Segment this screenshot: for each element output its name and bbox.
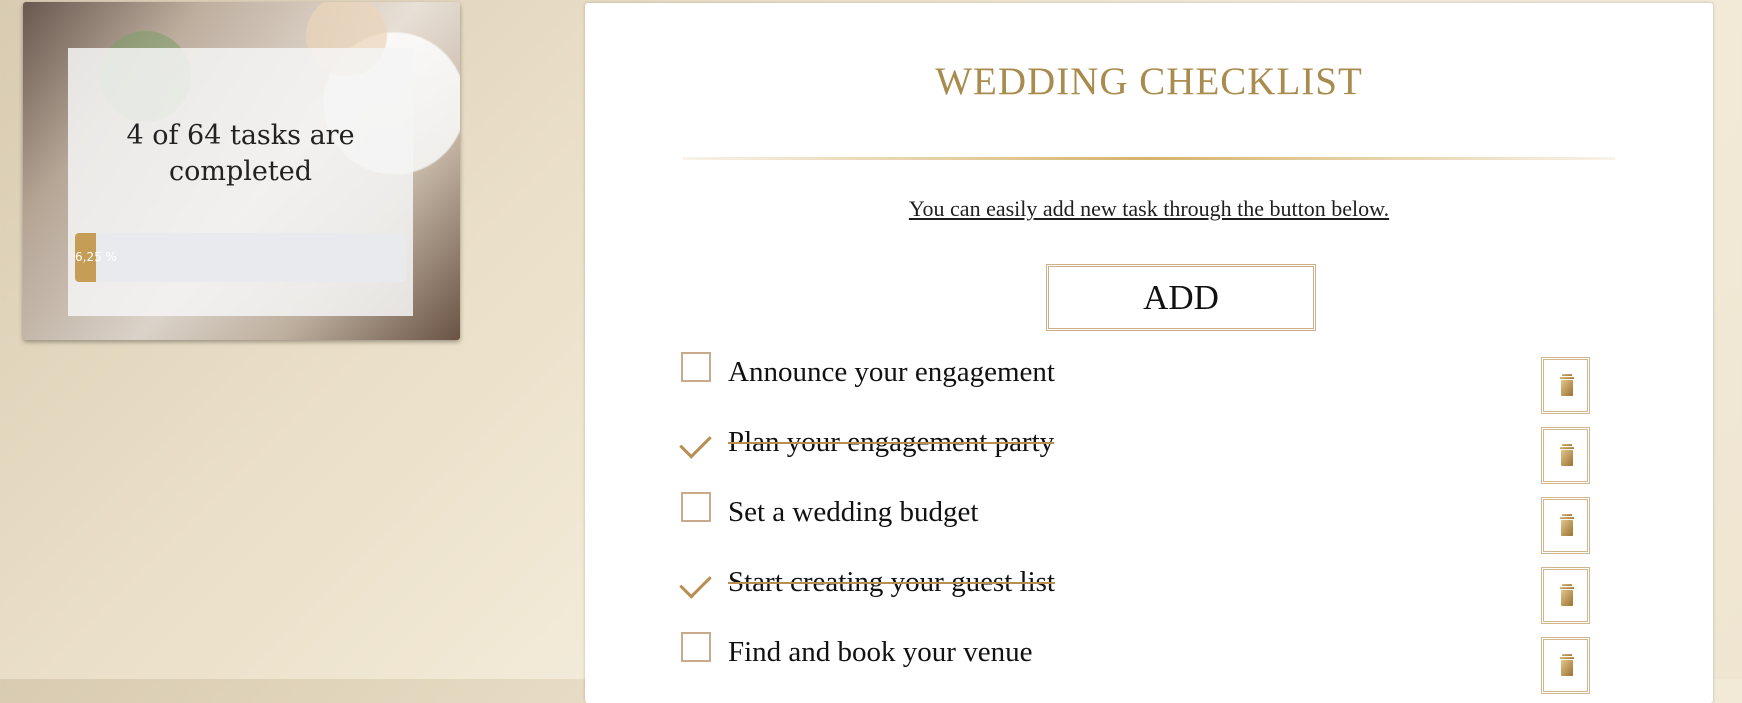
task-list: Announce your engagement Plan your engag… bbox=[681, 348, 1591, 698]
trash-icon bbox=[1560, 374, 1574, 396]
task-label[interactable]: Announce your engagement bbox=[728, 356, 1055, 389]
checkbox-icon[interactable] bbox=[681, 492, 711, 522]
trash-icon bbox=[1560, 584, 1574, 606]
add-task-button[interactable]: ADD bbox=[1046, 264, 1316, 331]
task-item: Start creating your guest list bbox=[681, 558, 1591, 628]
checkbox-icon[interactable] bbox=[681, 632, 711, 662]
task-item: Find and book your venue bbox=[681, 628, 1591, 698]
task-item: Announce your engagement bbox=[681, 348, 1591, 418]
progress-fill: 6,25 % bbox=[75, 233, 117, 282]
trash-icon bbox=[1560, 514, 1574, 536]
trash-icon bbox=[1560, 444, 1574, 466]
progress-card: 4 of 64 tasks are completed 6,25 % bbox=[23, 2, 460, 340]
progress-overlay: 4 of 64 tasks are completed 6,25 % bbox=[68, 48, 413, 316]
checkmark-icon[interactable] bbox=[681, 422, 711, 452]
title-divider bbox=[683, 157, 1615, 160]
delete-task-button[interactable] bbox=[1541, 427, 1590, 484]
delete-task-button[interactable] bbox=[1541, 567, 1590, 624]
delete-task-button[interactable] bbox=[1541, 497, 1590, 554]
checkbox-icon[interactable] bbox=[681, 352, 711, 382]
progress-track: 6,25 % bbox=[75, 233, 406, 282]
trash-icon bbox=[1560, 654, 1574, 676]
checklist-panel: WEDDING CHECKLIST You can easily add new… bbox=[585, 3, 1713, 703]
task-label[interactable]: Plan your engagement party bbox=[728, 426, 1054, 459]
progress-text: 4 of 64 tasks are completed bbox=[126, 120, 355, 187]
task-label[interactable]: Start creating your guest list bbox=[728, 566, 1055, 599]
task-item: Set a wedding budget bbox=[681, 488, 1591, 558]
delete-task-button[interactable] bbox=[1541, 637, 1590, 694]
task-label[interactable]: Set a wedding budget bbox=[728, 496, 978, 529]
task-label[interactable]: Find and book your venue bbox=[728, 636, 1032, 669]
task-item: Plan your engagement party bbox=[681, 418, 1591, 488]
checkmark-icon[interactable] bbox=[681, 562, 711, 592]
add-task-hint-link[interactable]: You can easily add new task through the … bbox=[585, 196, 1713, 222]
page-title: WEDDING CHECKLIST bbox=[935, 60, 1363, 103]
delete-task-button[interactable] bbox=[1541, 357, 1590, 414]
